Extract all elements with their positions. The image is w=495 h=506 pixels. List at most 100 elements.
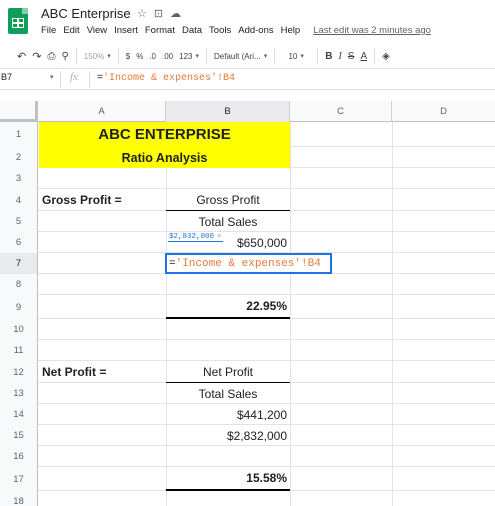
row-17: 17 15.58% bbox=[0, 467, 495, 491]
menu-view[interactable]: View bbox=[87, 25, 111, 36]
cell-a1[interactable]: ABC ENTERPRISE bbox=[39, 122, 290, 147]
formula-bar: B7 ▾ fx ='Income & expenses'!B4 bbox=[0, 68, 495, 90]
formula-bar-divider bbox=[60, 71, 61, 88]
row-header[interactable]: 9 bbox=[0, 295, 38, 319]
menu-insert[interactable]: Insert bbox=[114, 25, 142, 36]
cell-b14[interactable]: $441,200 bbox=[166, 404, 290, 425]
row-8: 8 bbox=[0, 274, 495, 295]
row-6: 6 $650,000 $2,832,000 × bbox=[0, 232, 495, 253]
strikethrough-button[interactable]: S bbox=[345, 47, 358, 65]
menu-data[interactable]: Data bbox=[182, 25, 206, 36]
cell-b4[interactable]: Gross Profit bbox=[166, 189, 290, 211]
active-cell-b7[interactable]: = 'Income & expenses'!B4 bbox=[165, 253, 332, 274]
percent-button[interactable]: % bbox=[133, 47, 146, 65]
more-formats-select[interactable]: 123 bbox=[176, 47, 202, 65]
sheets-logo-icon[interactable] bbox=[8, 8, 28, 34]
formula-input[interactable]: ='Income & expenses'!B4 bbox=[97, 73, 235, 84]
row-header[interactable]: 4 bbox=[0, 189, 38, 211]
row-header[interactable]: 3 bbox=[0, 168, 38, 189]
menu-file[interactable]: File bbox=[41, 25, 60, 36]
row-18: 18 bbox=[0, 491, 495, 506]
cloud-status-icon[interactable]: ☁ bbox=[170, 7, 181, 20]
row-header[interactable]: 13 bbox=[0, 383, 38, 404]
row-5: 5 Total Sales bbox=[0, 211, 495, 232]
col-header-a[interactable]: A bbox=[38, 101, 166, 122]
row-10: 10 bbox=[0, 319, 495, 340]
decimal-increase-button[interactable]: .00 bbox=[159, 47, 176, 65]
redo-icon[interactable]: ↷ bbox=[29, 47, 44, 65]
cell-b5[interactable]: Total Sales bbox=[166, 211, 290, 232]
toolbar-divider bbox=[206, 49, 207, 63]
row-header[interactable]: 2 bbox=[0, 147, 38, 168]
menu-addons[interactable]: Add-ons bbox=[238, 25, 277, 36]
font-size-select[interactable]: 10 bbox=[279, 47, 313, 65]
font-select[interactable]: Default (Ari... bbox=[211, 47, 270, 65]
formula-bar-divider bbox=[89, 71, 90, 88]
row-2: 2 Ratio Analysis bbox=[0, 147, 495, 168]
bold-button[interactable]: B bbox=[322, 47, 335, 65]
row-7: 7 = 'Income & expenses'!B4 bbox=[0, 253, 495, 274]
fill-color-icon[interactable]: ◈ bbox=[379, 47, 393, 65]
row-header[interactable]: 12 bbox=[0, 361, 38, 383]
row-header[interactable]: 10 bbox=[0, 319, 38, 340]
cell-a4[interactable]: Gross Profit = bbox=[39, 189, 166, 211]
menu-edit[interactable]: Edit bbox=[63, 25, 83, 36]
menu-bar: File Edit View Insert Format Data Tools … bbox=[41, 25, 438, 36]
cell-b17[interactable]: 15.58% bbox=[166, 467, 290, 491]
italic-button[interactable]: I bbox=[335, 47, 344, 65]
col-header-b[interactable]: B bbox=[166, 101, 290, 122]
star-icon[interactable]: ☆ bbox=[137, 7, 147, 20]
row-header[interactable]: 1 bbox=[0, 122, 38, 147]
active-cell-ref: 'Income & expenses'!B4 bbox=[175, 257, 321, 270]
zoom-select[interactable]: 150% bbox=[81, 47, 114, 65]
row-header[interactable]: 11 bbox=[0, 340, 38, 361]
preview-value: $2,832,000 bbox=[169, 233, 215, 241]
row-header[interactable]: 18 bbox=[0, 491, 38, 506]
menu-format[interactable]: Format bbox=[145, 25, 179, 36]
cell-a2[interactable]: Ratio Analysis bbox=[39, 147, 290, 168]
currency-button[interactable]: $ bbox=[123, 47, 133, 65]
cell-b15[interactable]: $2,832,000 bbox=[166, 425, 290, 446]
row-header[interactable]: 8 bbox=[0, 274, 38, 295]
formula-ref: 'Income & expenses'!B4 bbox=[103, 73, 236, 84]
row-1: 1 ABC ENTERPRISE bbox=[0, 122, 495, 147]
select-all-corner[interactable] bbox=[0, 101, 38, 122]
toolbar-divider bbox=[75, 49, 77, 63]
row-header[interactable]: 5 bbox=[0, 211, 38, 232]
function-icon: fx bbox=[70, 71, 78, 83]
row-header[interactable]: 15 bbox=[0, 425, 38, 446]
cell-a12[interactable]: Net Profit = bbox=[39, 361, 166, 383]
row-header[interactable]: 7 bbox=[0, 253, 38, 274]
name-box-dropdown-icon[interactable]: ▾ bbox=[50, 73, 54, 81]
row-15: 15 $2,832,000 bbox=[0, 425, 495, 446]
last-edit-link[interactable]: Last edit was 2 minutes ago bbox=[313, 25, 435, 36]
title-icons: ☆ ⊡ ☁ bbox=[137, 7, 181, 20]
row-header[interactable]: 17 bbox=[0, 467, 38, 491]
row-header[interactable]: 6 bbox=[0, 232, 38, 253]
document-title[interactable]: ABC Enterprise bbox=[41, 6, 131, 21]
close-icon[interactable]: × bbox=[217, 233, 222, 241]
cell-b9[interactable]: 22.95% bbox=[166, 295, 290, 319]
active-cell-eq: = bbox=[169, 257, 176, 270]
row-11: 11 bbox=[0, 340, 495, 361]
row-9: 9 22.95% bbox=[0, 295, 495, 319]
cell-b13[interactable]: Total Sales bbox=[166, 383, 290, 404]
cell-b12[interactable]: Net Profit bbox=[166, 361, 290, 383]
col-header-d[interactable]: D bbox=[392, 101, 495, 122]
text-color-button[interactable]: A bbox=[357, 47, 370, 65]
col-header-c[interactable]: C bbox=[290, 101, 392, 122]
menu-help[interactable]: Help bbox=[281, 25, 305, 36]
row-3: 3 bbox=[0, 168, 495, 189]
move-folder-icon[interactable]: ⊡ bbox=[154, 7, 163, 20]
row-13: 13 Total Sales bbox=[0, 383, 495, 404]
row-header[interactable]: 16 bbox=[0, 446, 38, 467]
row-14: 14 $441,200 bbox=[0, 404, 495, 425]
print-icon[interactable]: ⎙ bbox=[44, 47, 58, 65]
menu-tools[interactable]: Tools bbox=[209, 25, 235, 36]
paint-format-icon[interactable]: ⚲ bbox=[58, 47, 71, 65]
row-16: 16 bbox=[0, 446, 495, 467]
row-header[interactable]: 14 bbox=[0, 404, 38, 425]
toolbar-divider bbox=[274, 49, 276, 63]
undo-icon[interactable]: ↶ bbox=[14, 47, 29, 65]
decimal-decrease-button[interactable]: .0 bbox=[146, 47, 159, 65]
